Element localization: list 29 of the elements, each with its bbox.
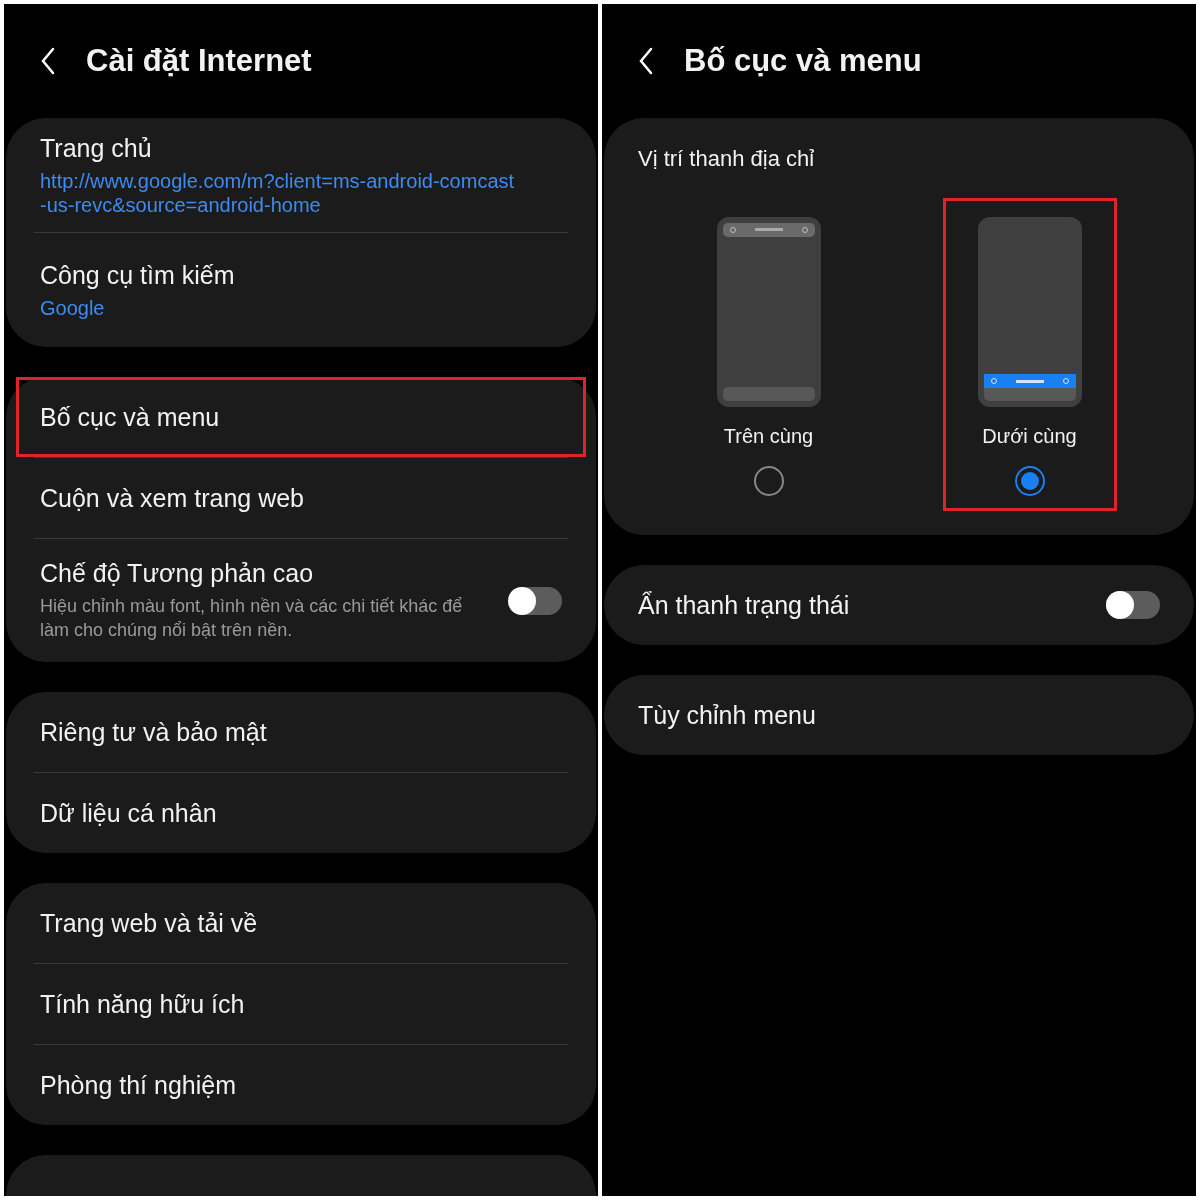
back-icon[interactable] [638, 47, 654, 75]
settings-item[interactable]: Phòng thí nghiệm [6, 1045, 596, 1125]
option-label: Trên cùng [723, 425, 814, 448]
settings-item[interactable]: Tính năng hữu ích [6, 964, 596, 1044]
setting-label: Ẩn thanh trạng thái [638, 590, 850, 620]
radio-button[interactable] [1014, 466, 1045, 496]
settings-item[interactable]: Riêng tư và bảo mật [6, 692, 596, 772]
phone-preview-drawing[interactable] [977, 217, 1082, 407]
layout-option[interactable]: Trên cùng [681, 198, 856, 511]
settings-item[interactable]: Công cụ tìm kiếm Google [6, 233, 596, 347]
settings-item[interactable]: Bố cục và menu [16, 377, 586, 457]
settings-row[interactable]: Ẩn thanh trạng thái [604, 565, 1194, 645]
screen-title: Cài đặt Internet [86, 43, 312, 79]
settings-item[interactable]: Trang web và tải về [6, 883, 596, 963]
settings-item[interactable]: Dữ liệu cá nhân [6, 773, 596, 853]
back-icon[interactable] [40, 47, 56, 75]
settings-item[interactable]: Trang chủ http://www.google.com/m?client=ms-android-comcast-us-revc&source=android-home [6, 118, 596, 232]
settings-row[interactable]: Chế độ Tương phản cao Hiệu chỉnh màu font, hình nền và các chi tiết khác để làm cho chúng nổi bật trên nền. [6, 539, 596, 662]
option-label: Dưới cùng [982, 425, 1077, 448]
setting-label: Chế độ Tương phản cao [40, 559, 315, 588]
section-label: Vị trí thanh địa chỉ [638, 146, 816, 172]
settings-item[interactable]: Tùy chỉnh menu [604, 675, 1194, 755]
toggle-switch[interactable] [1106, 591, 1160, 619]
layout-option[interactable]: Dưới cùng [942, 198, 1117, 511]
setting-description: Hiệu chỉnh màu font, hình nền và các chi tiết khác để làm cho chúng nổi bật trên nền. [40, 595, 464, 642]
radio-button[interactable] [753, 466, 784, 496]
toggle-switch[interactable] [508, 586, 562, 615]
screen-title: Bố cục và menu [684, 43, 922, 79]
settings-item[interactable]: Cuộn và xem trang web [6, 458, 596, 538]
